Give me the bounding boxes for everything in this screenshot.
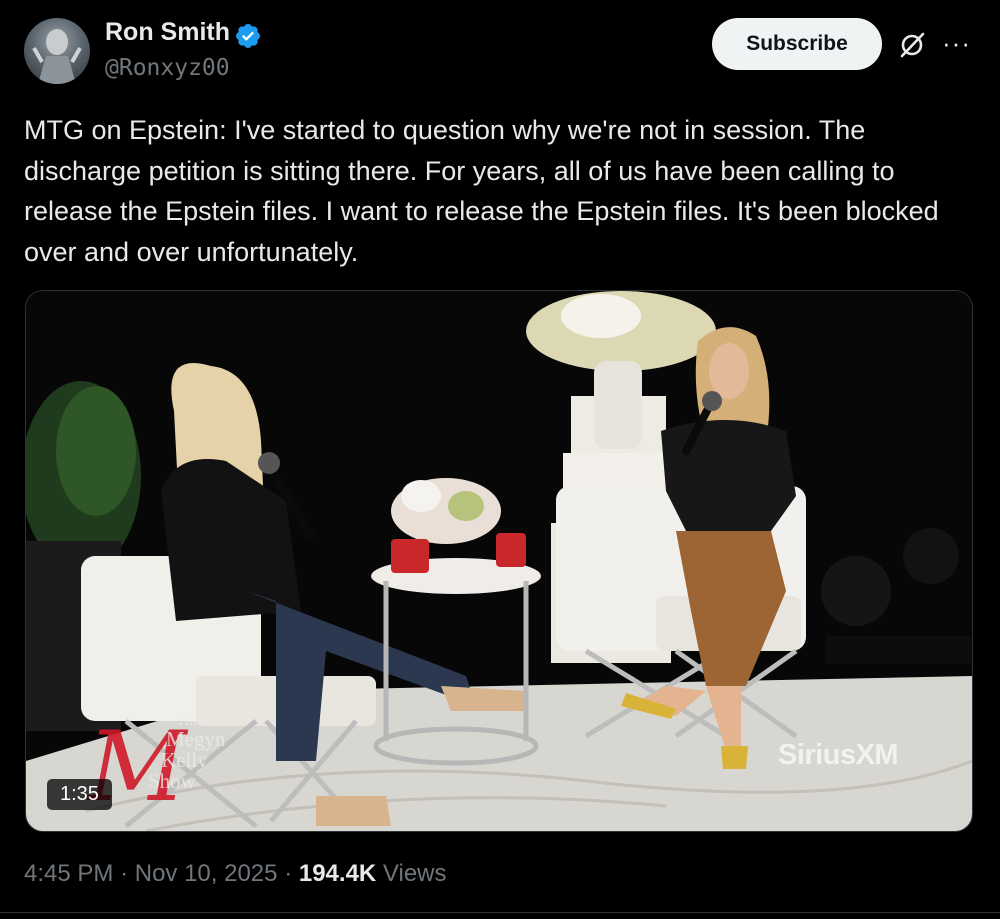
- meta-separator: ·: [120, 860, 129, 887]
- show-logo-show: Show: [148, 769, 196, 793]
- avatar-statue-image: [32, 29, 82, 84]
- more-options-icon[interactable]: ···: [942, 28, 971, 59]
- show-logo-kelly: Kelly: [161, 748, 208, 772]
- subscribe-button[interactable]: Subscribe: [712, 18, 882, 70]
- megyn-kelly-show-logo: M The Megyn Kelly Show: [86, 709, 246, 829]
- show-logo-megyn: Megyn: [166, 727, 226, 751]
- avatar[interactable]: [24, 18, 90, 84]
- tweet-text: MTG on Epstein: I've started to question…: [24, 115, 939, 267]
- video-duration-badge: 1:35: [47, 779, 112, 810]
- author-name[interactable]: Ron Smith: [105, 18, 230, 47]
- siriusxm-watermark: SiriusXM: [778, 739, 899, 771]
- divider: [0, 912, 1000, 913]
- views-count: 194.4K: [298, 860, 377, 887]
- tweet-date[interactable]: Nov 10, 2025: [135, 860, 278, 887]
- grok-icon[interactable]: [897, 30, 927, 60]
- meta-separator: ·: [284, 860, 293, 887]
- views-label: Views: [382, 860, 447, 887]
- author-handle[interactable]: @Ronxyz00: [105, 55, 230, 81]
- tweet-time[interactable]: 4:45 PM: [24, 860, 113, 887]
- tweet-meta: 4:45 PM · Nov 10, 2025 · 194.4K Views: [24, 860, 447, 888]
- video-player[interactable]: M The Megyn Kelly Show SiriusXM 1:35: [25, 290, 973, 832]
- verified-badge-icon: [236, 24, 260, 48]
